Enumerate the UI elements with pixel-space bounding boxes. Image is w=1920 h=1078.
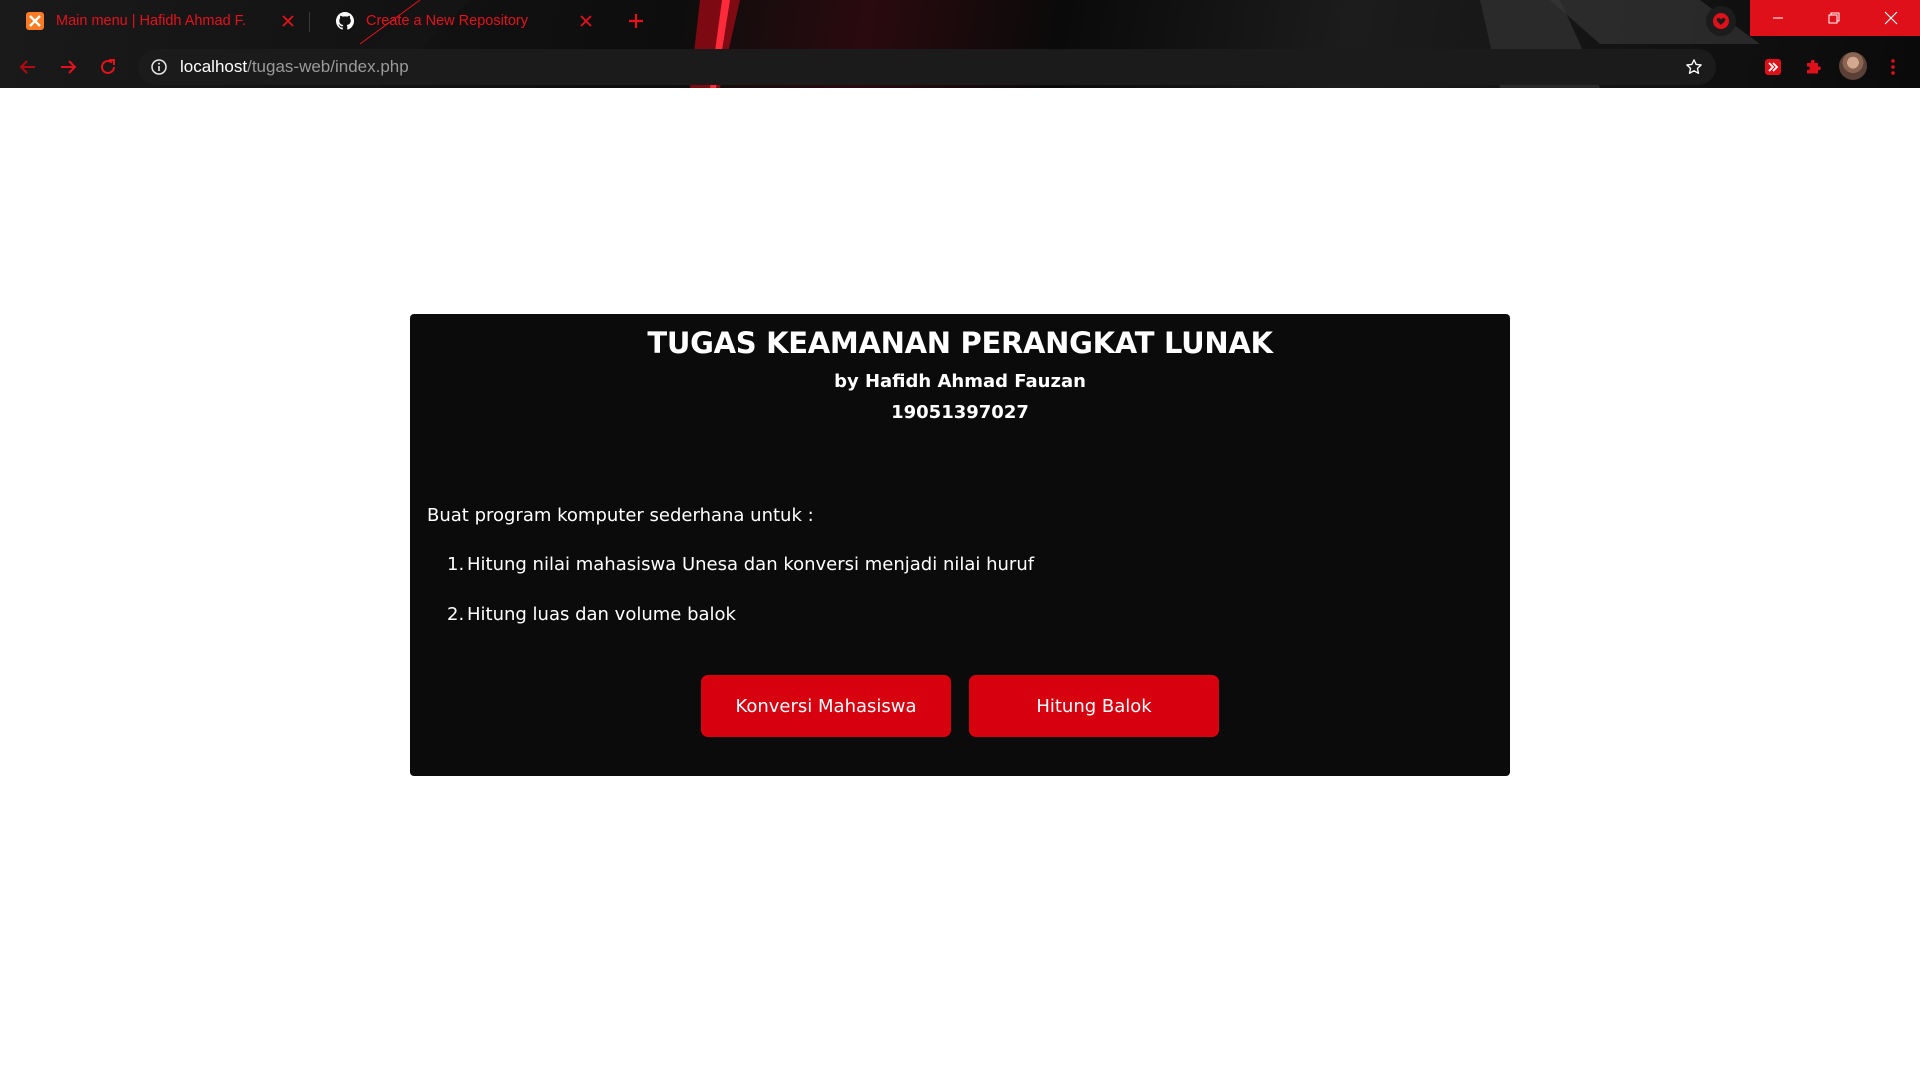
url-path: /tugas-web/index.php	[247, 57, 409, 76]
arrow-left-icon	[19, 60, 35, 74]
minimize-button[interactable]	[1750, 0, 1806, 36]
tab-create-repository[interactable]: Create a New Repository	[310, 0, 608, 42]
heart-icon	[1713, 13, 1729, 29]
list-item-text: Hitung luas dan volume balok	[467, 604, 736, 625]
close-window-button[interactable]	[1862, 0, 1920, 36]
arrow-right-icon	[61, 60, 77, 74]
task-card: TUGAS KEAMANAN PERANGKAT LUNAK by Hafidh…	[410, 314, 1510, 776]
plus-icon	[629, 14, 643, 28]
new-tab-button[interactable]	[622, 7, 650, 35]
tab-title: Create a New Repository	[366, 13, 528, 29]
address-bar[interactable]: localhost/tugas-web/index.php	[138, 49, 1716, 85]
tab-main-menu[interactable]: Main menu | Hafidh Ahmad F.	[0, 0, 310, 42]
forward-button[interactable]	[54, 53, 82, 81]
task-intro: Buat program komputer sederhana untuk :	[427, 505, 814, 526]
browser-toolbar: localhost/tugas-web/index.php	[0, 46, 1920, 88]
url-text: localhost/tugas-web/index.php	[180, 57, 409, 77]
media-control-button[interactable]	[1706, 6, 1736, 36]
minimize-icon	[1773, 17, 1783, 19]
reload-button[interactable]	[94, 53, 122, 81]
close-icon[interactable]	[576, 11, 596, 31]
page-title: TUGAS KEAMANAN PERANGKAT LUNAK	[647, 326, 1273, 360]
list-item-number: 2.	[447, 604, 465, 625]
tab-title: Main menu | Hafidh Ahmad F.	[56, 13, 246, 29]
list-item-text: Hitung nilai mahasiswa Unesa dan konvers…	[467, 554, 1035, 575]
action-buttons: Konversi Mahasiswa Hitung Balok	[410, 675, 1510, 737]
bookmark-star-icon[interactable]	[1684, 57, 1704, 77]
close-icon[interactable]	[278, 11, 298, 31]
page-viewport: TUGAS KEAMANAN PERANGKAT LUNAK by Hafidh…	[0, 88, 1920, 1078]
github-icon	[336, 12, 354, 30]
close-icon	[1884, 11, 1898, 25]
list-item: 1. Hitung nilai mahasiswa Unesa dan konv…	[447, 554, 1493, 575]
restore-button[interactable]	[1806, 0, 1862, 36]
tab-strip: Main menu | Hafidh Ahmad F. Create a New…	[0, 0, 1920, 42]
xampp-icon	[26, 12, 44, 30]
student-id: 19051397027	[891, 402, 1029, 423]
browser-chrome: Main menu | Hafidh Ahmad F. Create a New…	[0, 0, 1920, 88]
konversi-mahasiswa-button[interactable]: Konversi Mahasiswa	[701, 675, 951, 737]
puzzle-icon[interactable]	[1802, 56, 1824, 78]
avatar[interactable]	[1839, 52, 1867, 80]
restore-icon	[1828, 12, 1840, 24]
list-item-number: 1.	[447, 554, 465, 575]
extension-icon[interactable]	[1762, 56, 1784, 78]
back-button[interactable]	[14, 53, 42, 81]
task-list: 1. Hitung nilai mahasiswa Unesa dan konv…	[427, 554, 1493, 625]
info-icon[interactable]	[150, 58, 168, 76]
url-host: localhost	[180, 57, 248, 76]
reload-icon	[101, 59, 115, 74]
author-name: by Hafidh Ahmad Fauzan	[834, 371, 1086, 392]
menu-dots-icon[interactable]	[1882, 56, 1904, 78]
list-item: 2. Hitung luas dan volume balok	[447, 604, 1493, 625]
hitung-balok-button[interactable]: Hitung Balok	[969, 675, 1219, 737]
